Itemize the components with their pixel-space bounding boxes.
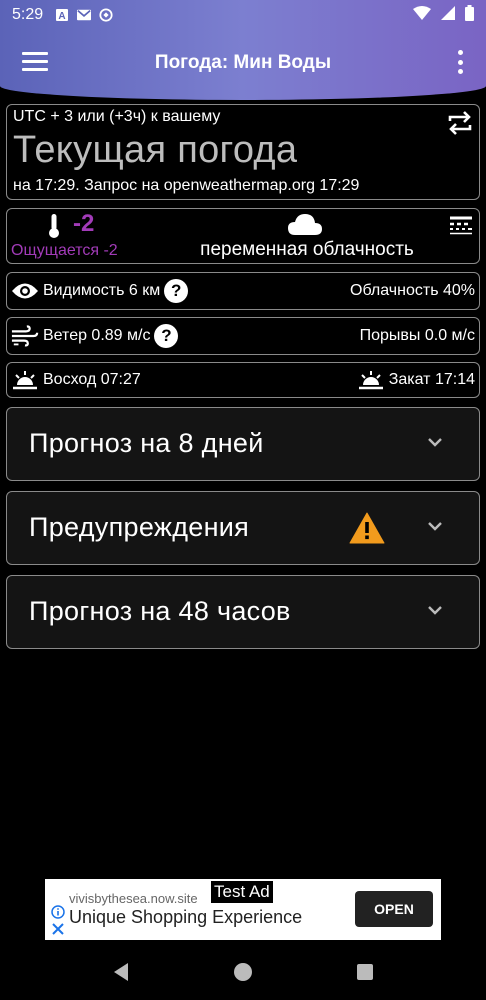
ad-banner[interactable]: vivisbythesea.now.site Test Ad Unique Sh…: [45, 879, 441, 940]
fog-icon: [450, 216, 472, 235]
vpn-icon: [99, 8, 113, 22]
utc-offset-text: UTC + 3 или (+3ч) к вашему: [13, 108, 221, 125]
info-icon[interactable]: [51, 905, 65, 919]
warning-icon: [349, 512, 385, 544]
more-vert-icon: [457, 50, 463, 55]
more-dot: [457, 69, 463, 74]
repeat-icon: [448, 111, 472, 135]
section-label: Предупреждения: [29, 512, 250, 542]
update-time-text: на 17:29. Запрос на openweathermap.org 1…: [13, 177, 360, 194]
app-bar: Погода: Мин Воды: [0, 30, 486, 96]
sunrise-icon: [11, 369, 39, 391]
page-title: Погода: Мин Воды: [154, 52, 332, 73]
visibility-card: Видимость 6 км ? Облачность 40%: [6, 272, 480, 310]
chevron-down-icon: [428, 606, 442, 615]
home-icon: [234, 963, 252, 981]
temperature-value: -2: [73, 210, 95, 237]
home-button[interactable]: [223, 952, 263, 992]
sun-card: Восход 07:27 Закат 17:14: [6, 362, 480, 398]
sunset-text: Закат 17:14: [388, 371, 475, 388]
warnings-section[interactable]: Предупреждения: [6, 491, 480, 565]
wind-card: Ветер 0.89 м/с ? Порывы 0.0 м/с: [6, 317, 480, 355]
section-label: Прогноз на 8 дней: [29, 428, 264, 458]
current-weather-title: Текущая погода: [13, 129, 298, 171]
thermometer-icon: [49, 214, 59, 238]
section-label: Прогноз на 48 часов: [29, 596, 291, 626]
gmail-icon: [77, 8, 92, 22]
wind-text: Ветер 0.89 м/с: [43, 327, 151, 344]
ad-open-button[interactable]: OPEN: [355, 891, 433, 927]
visibility-help-button[interactable]: ?: [164, 279, 189, 303]
back-icon: [114, 963, 128, 981]
recents-icon: [357, 964, 373, 980]
sunrise-text: Восход 07:27: [43, 371, 141, 388]
system-nav-bar: [0, 944, 486, 1000]
temperature-card: -2 Ощущается -2 переменная облачность: [6, 208, 480, 264]
sunset-icon: [357, 369, 385, 391]
refresh-button[interactable]: [447, 109, 473, 137]
gusts-text: Порывы 0.0 м/с: [359, 327, 475, 344]
ad-headline: Unique Shopping Experience: [69, 907, 303, 927]
eye-icon: [11, 280, 39, 302]
recents-button[interactable]: [345, 952, 385, 992]
visibility-text: Видимость 6 км: [43, 282, 161, 299]
battery-icon: [465, 4, 474, 26]
wind-help-button[interactable]: ?: [154, 324, 179, 348]
svg-text:A: A: [59, 11, 66, 22]
weather-condition: переменная облачность: [200, 239, 414, 260]
wind-icon: [11, 325, 39, 347]
feels-like-text: Ощущается -2: [11, 242, 118, 259]
text-notification-icon: A: [55, 8, 69, 22]
cloudiness-text: Облачность 40%: [350, 282, 475, 299]
close-icon[interactable]: [51, 922, 65, 936]
ad-tag: Test Ad: [211, 881, 273, 903]
back-button[interactable]: [101, 952, 141, 992]
chevron-down-icon: [428, 522, 442, 531]
more-options-button[interactable]: [456, 50, 464, 74]
status-bar: 5:29 A: [0, 0, 486, 30]
fog-button[interactable]: [449, 215, 473, 235]
current-weather-card: UTC + 3 или (+3ч) к вашему Текущая погод…: [6, 104, 480, 200]
cloud-icon: [288, 214, 322, 235]
forecast-8-days-section[interactable]: Прогноз на 8 дней: [6, 407, 480, 481]
forecast-48-hours-section[interactable]: Прогноз на 48 часов: [6, 575, 480, 649]
wifi-icon: [413, 5, 431, 25]
more-dot: [457, 59, 463, 65]
signal-icon: [441, 5, 455, 25]
status-time: 5:29: [12, 6, 44, 23]
ad-site: vivisbythesea.now.site: [69, 891, 198, 906]
chevron-down-icon: [428, 438, 442, 447]
